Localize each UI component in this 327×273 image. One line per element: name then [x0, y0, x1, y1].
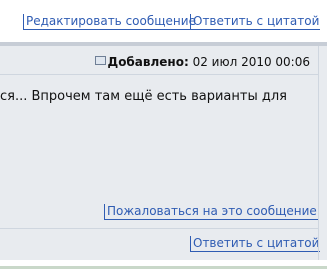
post-date: 02 июл 2010 00:06	[192, 55, 310, 69]
added-label: Добавлено:	[107, 55, 189, 69]
post-right-border	[318, 46, 319, 260]
quote-reply-link[interactable]: Ответить с цитатой	[190, 14, 321, 30]
post-icon	[94, 56, 106, 65]
quote-reply-link-bottom[interactable]: Ответить с цитатой	[190, 236, 321, 252]
post-actions-top: Редактировать сообщение Ответить с цитат…	[0, 0, 327, 40]
report-message-link[interactable]: Пожаловаться на это сообщение	[104, 204, 318, 220]
post-body-text: ся... Впрочем там ещё есть варианты для	[0, 89, 287, 104]
post-header: Добавлено: 02 июл 2010 00:06	[0, 50, 318, 75]
bottom-accent-line	[0, 266, 327, 269]
edit-message-link[interactable]: Редактировать сообщение	[23, 14, 197, 30]
post-footer-divider	[0, 228, 318, 229]
post-info: Добавлено: 02 июл 2010 00:06	[94, 55, 310, 69]
forum-post: Добавлено: 02 июл 2010 00:06 ся... Впроч…	[0, 46, 327, 260]
